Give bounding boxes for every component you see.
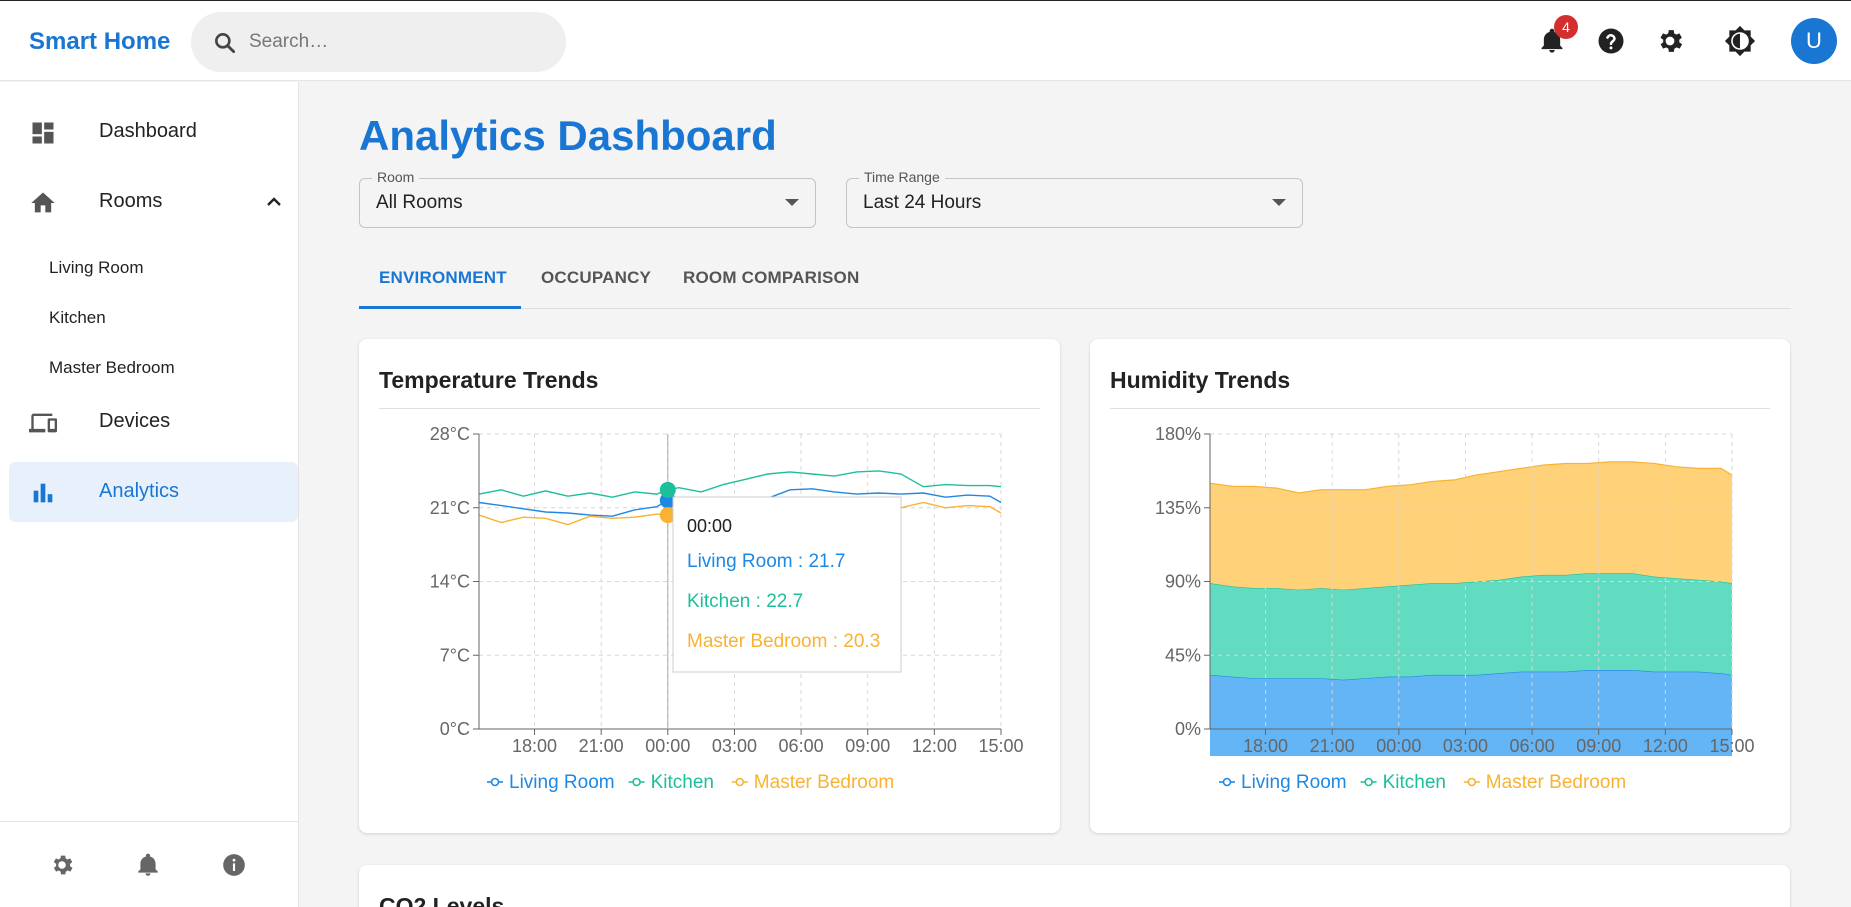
tabs-divider: [359, 308, 1791, 309]
sidebar-item-label: Rooms: [99, 190, 163, 212]
sidebar-item-analytics[interactable]: Analytics: [9, 462, 298, 522]
tooltip-title: 00:00: [687, 516, 732, 536]
x-tick-label: 03:00: [712, 736, 757, 756]
y-tick-label: 90%: [1165, 572, 1201, 592]
theme-toggle-button[interactable]: [1722, 23, 1758, 59]
legend-label: Living Room: [509, 772, 615, 793]
sidebar-item-rooms[interactable]: Rooms: [9, 172, 298, 232]
search-icon: [215, 33, 236, 54]
x-tick-label: 18:00: [512, 736, 557, 756]
active-point: [659, 481, 676, 498]
x-tick-label: 09:00: [1576, 736, 1621, 756]
sidebar-subitem-living-room[interactable]: Living Room: [49, 258, 144, 278]
time-range-select[interactable]: Time Range Last 24 Hours: [846, 169, 1303, 228]
series-area: [1210, 461, 1732, 590]
devices-icon: [29, 413, 57, 433]
sidebar-item-label: Dashboard: [99, 120, 197, 142]
home-icon: [31, 192, 55, 213]
x-tick-label: 18:00: [1243, 736, 1288, 756]
notification-count-badge: 4: [1554, 15, 1578, 39]
gear-icon: [1660, 30, 1683, 52]
co2-card: CO2 Levels: [359, 865, 1790, 907]
tooltip-entry: Living Room : 21.7: [687, 551, 845, 572]
x-tick-label: 12:00: [1643, 736, 1688, 756]
legend-label: Master Bedroom: [1486, 772, 1626, 793]
legend-swatch-dot: [632, 777, 641, 787]
x-tick-label: 00:00: [1376, 736, 1421, 756]
dashboard-icon: [32, 122, 54, 144]
legend-swatch-dot: [1222, 777, 1232, 787]
room-select-label: Room: [372, 169, 420, 185]
dropdown-arrow-icon: [1272, 199, 1286, 206]
settings-button[interactable]: [1652, 23, 1688, 59]
room-select-value: All Rooms: [376, 192, 463, 213]
x-tick-label: 03:00: [1443, 736, 1488, 756]
sidebar-item-dashboard[interactable]: Dashboard: [9, 102, 298, 162]
analytics-icon: [33, 483, 53, 503]
sidebar-divider: [0, 821, 299, 822]
sidebar-subitem-master-bedroom[interactable]: Master Bedroom: [49, 358, 175, 378]
x-tick-label: 21:00: [1310, 736, 1355, 756]
top-app-bar: Smart Home 4 U: [0, 0, 1851, 81]
info-icon[interactable]: [221, 852, 247, 878]
tab-environment[interactable]: ENVIRONMENT: [379, 268, 507, 288]
sidebar-item-label: Analytics: [99, 480, 180, 502]
brightness-icon: [1724, 25, 1756, 57]
page-title: Analytics Dashboard: [359, 112, 777, 159]
card-title: CO2 Levels: [379, 893, 505, 907]
x-tick-label: 00:00: [645, 736, 690, 756]
humidity-card: Humidity Trends 0% 45% 90% 135% 180% 18:00 21:…: [1090, 339, 1790, 833]
help-button[interactable]: [1593, 23, 1629, 59]
tab-room-comparison[interactable]: ROOM COMPARISON: [683, 268, 859, 288]
x-tick-label: 06:00: [1510, 736, 1555, 756]
tooltip-entry: Master Bedroom : 20.3: [687, 631, 880, 652]
legend-label: Master Bedroom: [754, 772, 894, 793]
legend-swatch-dot: [490, 777, 500, 787]
tooltip-entry: Kitchen : 22.7: [687, 591, 803, 612]
y-tick-label: 45%: [1165, 645, 1201, 665]
time-range-select-label: Time Range: [859, 169, 945, 185]
humidity-chart[interactable]: 0% 45% 90% 135% 180% 18:00 21:00 00:00 03:00 06:0…: [1090, 339, 1790, 833]
x-tick-label: 12:00: [912, 736, 957, 756]
search-input[interactable]: [249, 28, 539, 56]
x-tick-label: 21:00: [579, 736, 624, 756]
y-tick-label: 7°C: [440, 645, 470, 665]
active-tab-indicator: [359, 306, 521, 309]
legend-label: Kitchen: [651, 772, 714, 793]
legend-swatch-dot: [1467, 777, 1477, 787]
legend-label: Living Room: [1241, 772, 1347, 793]
x-tick-label: 15:00: [978, 736, 1023, 756]
legend-swatch-dot: [1364, 777, 1373, 787]
settings-icon[interactable]: [49, 852, 75, 878]
room-select[interactable]: Room All Rooms: [359, 169, 816, 228]
y-tick-label: 0°C: [440, 719, 470, 739]
y-tick-label: 0%: [1175, 719, 1201, 739]
time-range-select-value: Last 24 Hours: [863, 192, 982, 213]
user-avatar[interactable]: U: [1791, 18, 1837, 64]
temperature-card: Temperature Trends 0°C 7°C 14°C 21°C 28°C 18:…: [359, 339, 1060, 833]
y-tick-label: 28°C: [430, 424, 470, 444]
legend-label: Kitchen: [1383, 772, 1446, 793]
tab-occupancy[interactable]: OCCUPANCY: [541, 268, 651, 288]
y-tick-label: 135%: [1155, 498, 1201, 518]
x-tick-label: 06:00: [779, 736, 824, 756]
help-icon: [1598, 28, 1624, 54]
x-tick-label: 09:00: [845, 736, 890, 756]
temperature-chart[interactable]: 0°C 7°C 14°C 21°C 28°C 18:00 21:00 00:00 03:00 06…: [359, 339, 1060, 833]
y-tick-label: 21°C: [430, 498, 470, 518]
dropdown-arrow-icon: [785, 199, 799, 206]
sidebar: Dashboard Rooms Living Room Kitchen Mast…: [0, 82, 299, 907]
x-tick-label: 15:00: [1709, 736, 1754, 756]
sidebar-subitem-kitchen[interactable]: Kitchen: [49, 308, 106, 328]
search-box[interactable]: [191, 12, 566, 72]
chevron-up-icon[interactable]: [262, 190, 286, 214]
y-tick-label: 180%: [1155, 424, 1201, 444]
bell-icon[interactable]: [135, 852, 161, 878]
sidebar-item-label: Devices: [99, 410, 171, 432]
app-brand[interactable]: Smart Home: [29, 28, 170, 56]
y-tick-label: 14°C: [430, 572, 470, 592]
legend-swatch-dot: [735, 777, 745, 787]
sidebar-item-devices[interactable]: Devices: [9, 392, 298, 452]
